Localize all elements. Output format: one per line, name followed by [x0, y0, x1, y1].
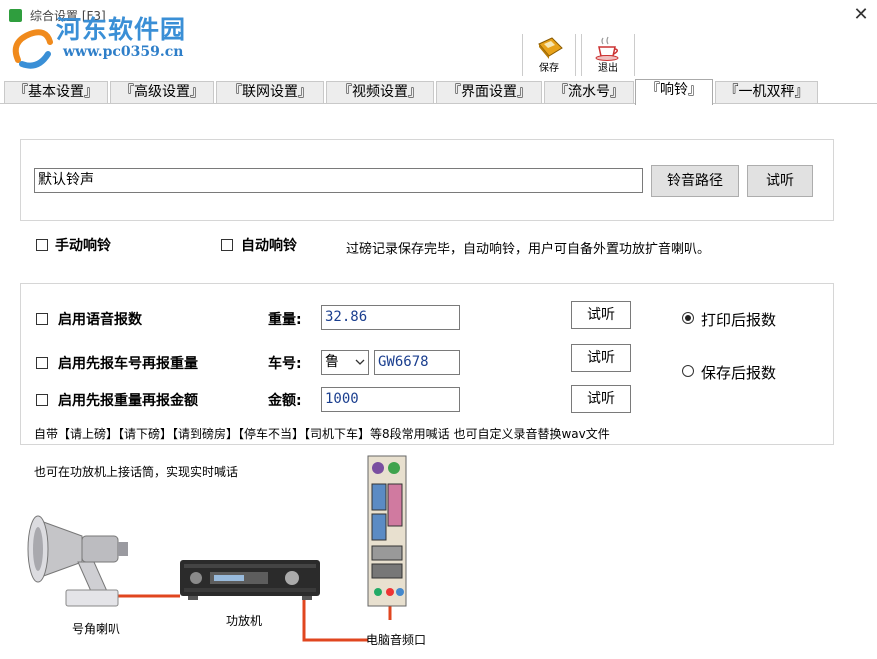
- print-then-report-radio[interactable]: [682, 312, 694, 324]
- tab-divider: [0, 103, 877, 104]
- amount-field[interactable]: 1000: [321, 387, 460, 412]
- plate-listen-button[interactable]: 试听: [571, 344, 631, 372]
- chevron-down-icon: [355, 359, 365, 365]
- manual-ring-checkbox[interactable]: [36, 239, 48, 251]
- amount-label: 金额:: [268, 393, 302, 409]
- exit-label: 退出: [598, 63, 618, 74]
- plate-label: 车号:: [268, 356, 302, 372]
- close-button[interactable]: ✕: [848, 4, 874, 26]
- tab-ring[interactable]: 『响铃』: [635, 79, 713, 105]
- exit-button[interactable]: 退出: [581, 34, 635, 76]
- horn-speaker-icon: [27, 515, 128, 607]
- print-then-report-label: 打印后报数: [701, 311, 777, 329]
- floppy-icon: [538, 37, 563, 59]
- auto-ring-hint: 过磅记录保存完毕，自动响铃，用户可自备外置功放扩音喇叭。: [346, 242, 711, 257]
- auto-ring-label: 自动响铃: [241, 238, 297, 254]
- auto-ring-checkbox[interactable]: [221, 239, 233, 251]
- pc-audio-panel-icon: [367, 455, 407, 607]
- save-then-report-label: 保存后报数: [701, 364, 777, 382]
- tab-interface[interactable]: 『界面设置』: [436, 81, 542, 103]
- amount-listen-button[interactable]: 试听: [571, 385, 631, 413]
- save-button[interactable]: 保存: [522, 34, 576, 76]
- tab-basic[interactable]: 『基本设置』: [4, 81, 108, 103]
- manual-ring-label: 手动响铃: [55, 238, 111, 254]
- save-label: 保存: [539, 63, 559, 74]
- amplifier-icon: [180, 560, 320, 600]
- weight-then-amount-label: 启用先报重量再报金额: [58, 393, 198, 409]
- tab-video[interactable]: 『视频设置』: [326, 81, 434, 103]
- plate-prefix-value: 鲁: [325, 354, 339, 370]
- weight-then-amount-checkbox[interactable]: [36, 394, 48, 406]
- enable-voice-checkbox[interactable]: [36, 313, 48, 325]
- plate-then-weight-checkbox[interactable]: [36, 357, 48, 369]
- watermark-logo-icon: [12, 29, 53, 69]
- tab-advanced[interactable]: 『高级设置』: [110, 81, 214, 103]
- plate-prefix-select[interactable]: 鲁: [321, 350, 369, 375]
- weight-field[interactable]: 32.86: [321, 305, 460, 330]
- watermark-url: www.pc0359.cn: [63, 44, 184, 60]
- weight-listen-button[interactable]: 试听: [571, 301, 631, 329]
- plate-field[interactable]: GW6678: [374, 350, 460, 375]
- weight-label: 重量:: [268, 312, 302, 328]
- tab-network[interactable]: 『联网设置』: [216, 81, 324, 103]
- pc-audio-label: 电脑音频口: [366, 633, 427, 647]
- ringtone-path-button[interactable]: 铃音路径: [651, 165, 739, 197]
- enable-voice-label: 启用语音报数: [58, 312, 142, 328]
- tab-dual-scale[interactable]: 『一机双秤』: [715, 81, 818, 103]
- voice-footnote: 自带【请上磅】【请下磅】【请到磅房】【停车不当】【司机下车】等8段常用喊话 也可…: [34, 427, 610, 441]
- amplifier-label: 功放机: [226, 614, 263, 628]
- ringtone-field[interactable]: 默认铃声: [34, 168, 643, 193]
- amp-pc-wire: [302, 600, 368, 642]
- tab-serial-number[interactable]: 『流水号』: [544, 81, 634, 103]
- plate-then-weight-label: 启用先报车号再报重量: [58, 356, 198, 372]
- horn-label: 号角喇叭: [72, 622, 121, 636]
- watermark-text: 河东软件园: [56, 15, 187, 44]
- ringtone-listen-button[interactable]: 试听: [747, 165, 813, 197]
- save-then-report-radio[interactable]: [682, 365, 694, 377]
